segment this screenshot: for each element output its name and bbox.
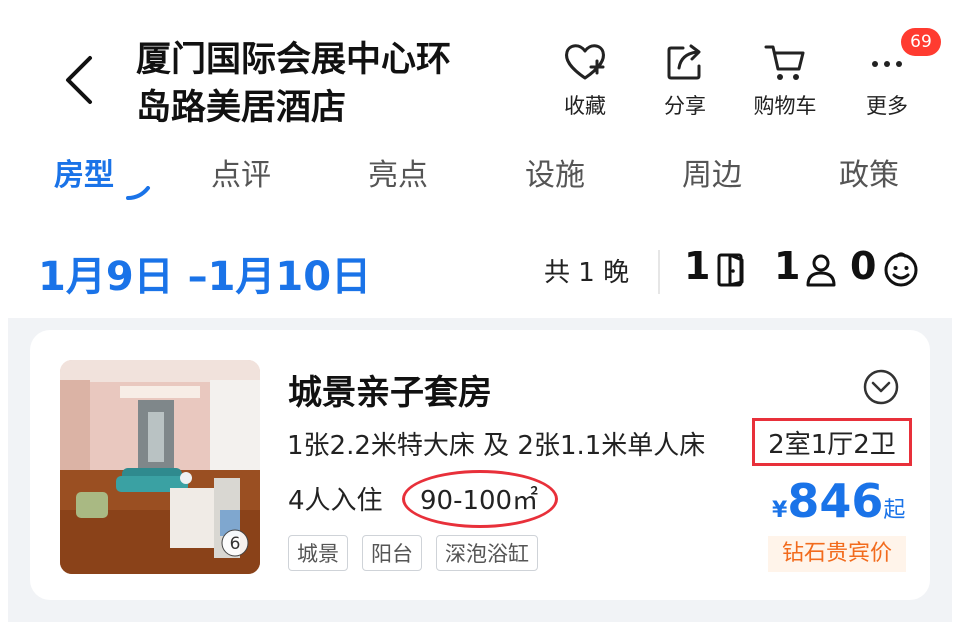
chevron-down-icon[interactable] <box>862 368 900 406</box>
price-suffix: 起 <box>883 498 906 523</box>
photo-count-badge: 6 <box>221 529 249 557</box>
cart-button[interactable]: 购物车 <box>740 40 830 120</box>
back-arrow-icon <box>66 56 92 104</box>
room-name: 城景亲子套房 <box>288 373 492 413</box>
bed-info: 1张2.2米特大床 及 2张1.1米单人床 <box>287 431 706 461</box>
favorite-label: 收藏 <box>564 94 606 118</box>
room-door-icon <box>717 253 744 287</box>
share-icon <box>667 44 701 80</box>
room-price[interactable]: ¥846起 <box>772 474 905 528</box>
cart-icon <box>764 45 805 80</box>
photo-count-text: 6 <box>230 534 241 554</box>
member-price-badge: 钻石贵宾价 <box>768 536 906 572</box>
tag-city-view: 城景 <box>288 535 348 571</box>
child-face-icon <box>884 252 918 287</box>
cart-label: 购物车 <box>753 94 817 118</box>
tab-nearby[interactable]: 周边 <box>682 150 742 194</box>
rooms-count: 1 <box>684 244 711 288</box>
active-tab-indicator <box>126 186 150 200</box>
tab-policies[interactable]: 政策 <box>839 150 899 194</box>
tag-balcony: 阳台 <box>362 535 422 571</box>
notification-badge: 69 <box>901 28 941 56</box>
tab-reviews[interactable]: 点评 <box>211 150 271 194</box>
app-frame: 厦门国际会展中心环 岛路美居酒店 收藏 分享 购物车 更多 69 房型 点评 亮… <box>8 0 952 622</box>
occupancy: 4人入住 <box>288 486 383 516</box>
stay-dates[interactable]: 1月9日 –1月10日 <box>38 244 371 302</box>
back-button[interactable] <box>58 52 102 108</box>
favorite-button[interactable]: 收藏 <box>540 40 630 120</box>
tag-soaking-tub: 深泡浴缸 <box>436 535 538 571</box>
price-amount: 846 <box>787 474 884 528</box>
hotel-title: 厦门国际会展中心环 岛路美居酒店 <box>136 36 536 132</box>
divider <box>658 250 660 294</box>
tab-highlights[interactable]: 亮点 <box>368 150 428 194</box>
room-layout: 2室1厅2卫 <box>768 430 896 460</box>
share-button[interactable]: 分享 <box>640 40 730 120</box>
heart-plus-icon <box>565 44 605 80</box>
children-count: 0 <box>850 244 877 288</box>
top-section: 厦门国际会展中心环 岛路美居酒店 收藏 分享 购物车 更多 69 房型 点评 亮… <box>8 0 952 318</box>
tab-room-types[interactable]: 房型 <box>54 150 114 194</box>
adults-count: 1 <box>774 244 801 288</box>
booking-bar[interactable]: 1月9日 –1月10日 共 1 晚 1 1 0 <box>8 238 952 308</box>
room-card[interactable]: 6 城景亲子套房 1张2.2米特大床 及 2张1.1米单人床 2室1厅2卫 4人… <box>30 330 930 600</box>
share-label: 分享 <box>664 94 706 118</box>
more-label: 更多 <box>866 94 908 118</box>
room-layout-highlight: 2室1厅2卫 <box>752 418 912 466</box>
room-area: 90-100㎡ <box>420 486 539 516</box>
nights-count: 共 1 晚 <box>544 258 630 288</box>
price-currency: ¥ <box>772 498 788 523</box>
tab-facilities[interactable]: 设施 <box>525 150 585 194</box>
hotel-title-line2: 岛路美居酒店 <box>136 88 347 128</box>
adult-person-icon <box>806 254 836 287</box>
hotel-title-line1: 厦门国际会展中心环 <box>136 40 452 80</box>
